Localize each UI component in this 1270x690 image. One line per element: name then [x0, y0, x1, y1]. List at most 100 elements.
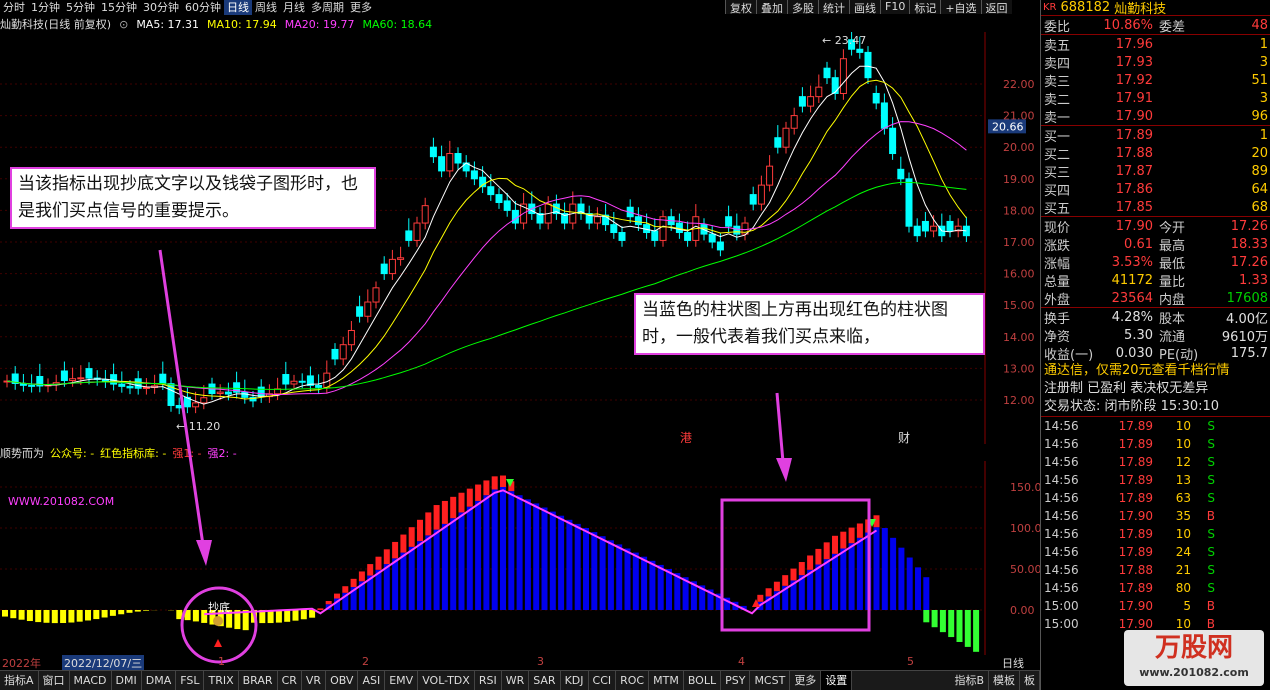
stock-header: KR 688182 灿勤科技	[1041, 0, 1270, 17]
tab-2[interactable]: MACD	[70, 671, 112, 690]
tab-right-1[interactable]: 模板	[989, 671, 1020, 690]
buy-label: 抄底	[208, 600, 230, 614]
ind-bar-yellow	[292, 610, 299, 621]
period-2[interactable]: 5分钟	[63, 0, 98, 15]
stat2-row-2-label: 收益(一)	[1044, 347, 1094, 363]
tick-volume: 63	[1175, 491, 1191, 505]
period-8[interactable]: 月线	[280, 0, 308, 15]
tab-23[interactable]: MCST	[750, 671, 791, 690]
event-marker-report[interactable]: 财	[898, 431, 910, 444]
candle-body	[905, 178, 913, 227]
tab-13[interactable]: VOL-TDX	[418, 671, 475, 690]
period-0[interactable]: 分时	[0, 0, 28, 15]
tab-9[interactable]: VR	[302, 671, 327, 690]
stock-code: 688182	[1060, 0, 1111, 15]
toolbar-btn-8[interactable]: 返回	[980, 0, 1012, 15]
ind-bar-blue	[881, 528, 888, 610]
tab-22[interactable]: PSY	[721, 671, 751, 690]
bid-row-2-label: 买三	[1044, 165, 1071, 181]
toolbar-btn-4[interactable]: 画线	[849, 0, 880, 15]
event-marker-hk[interactable]: 港	[680, 431, 692, 444]
stock-title[interactable]: 灿勤科技(日线 前复权)	[0, 16, 111, 32]
ind-bar-blue	[873, 527, 880, 610]
candle-body	[388, 258, 396, 275]
tab-6[interactable]: TRIX	[204, 671, 239, 690]
ind-bar-yellow	[267, 610, 274, 624]
ind-bar-yellow	[184, 610, 191, 621]
tab-0[interactable]: 指标A	[0, 671, 39, 690]
candle-body	[429, 146, 437, 158]
tab-24[interactable]: 更多	[790, 671, 822, 690]
ind-bar-blue	[417, 541, 423, 610]
tab-17[interactable]: KDJ	[561, 671, 589, 690]
candle-body	[880, 102, 888, 129]
date-axis: 2022年 2022/12/07/三 1 2 3 4 5 日线	[0, 655, 1040, 671]
ind-bar-blue	[856, 537, 863, 610]
kline-chart[interactable]: 22.0021.0020.0019.0018.0017.0016.0015.00…	[0, 32, 1040, 444]
candle-body	[77, 377, 85, 380]
ind-bar-yellow	[101, 610, 108, 618]
tab-19[interactable]: ROC	[616, 671, 650, 690]
tab-16[interactable]: SAR	[529, 671, 561, 690]
bid-row-2: 买三 17.87 89	[1041, 162, 1270, 181]
toolbar-btn-0[interactable]: 复权	[725, 0, 756, 15]
period-10[interactable]: 更多	[347, 0, 375, 15]
ind-bar-blue	[923, 577, 930, 610]
buy-arrow-icon	[214, 639, 222, 647]
period-4[interactable]: 30分钟	[140, 0, 182, 15]
tab-18[interactable]: CCI	[589, 671, 617, 690]
tab-7[interactable]: BRAR	[239, 671, 278, 690]
ask-row-1: 卖四 17.93 3	[1041, 53, 1270, 72]
candle-body	[889, 127, 897, 155]
toolbar-btn-3[interactable]: 统计	[818, 0, 849, 15]
quote-panel: KR 688182 灿勤科技 委比 10.86% 委差 48 卖五 17.96 1 卖…	[1040, 0, 1270, 690]
period-1[interactable]: 1分钟	[28, 0, 63, 15]
dropdown-icon[interactable]: ⊙	[119, 18, 128, 31]
tab-right-2[interactable]: 板	[1020, 671, 1040, 690]
price-tick: 14.00	[1003, 331, 1035, 344]
tab-1[interactable]: 窗口	[39, 671, 70, 690]
indicator-chart[interactable]: 150.00 100.00 50.00 0.00 WWW.201082.COM 抄底	[0, 461, 1040, 655]
tab-15[interactable]: WR	[502, 671, 530, 690]
period-5[interactable]: 60分钟	[182, 0, 224, 15]
tab-8[interactable]: CR	[278, 671, 302, 690]
price-tick: 13.00	[1003, 362, 1035, 375]
tab-10[interactable]: OBV	[326, 671, 359, 690]
candle-body	[216, 391, 224, 395]
tab-5[interactable]: FSL	[176, 671, 205, 690]
tick-row: 14:56 17.89 12 S	[1041, 453, 1270, 471]
ind-bar-red	[350, 578, 357, 588]
tick-side: S	[1207, 473, 1215, 487]
tab-12[interactable]: EMV	[385, 671, 419, 690]
ind-bar-blue	[541, 507, 548, 610]
bid-row-4-value2: 68	[1251, 199, 1268, 215]
ind-bar-red	[358, 571, 365, 582]
tab-25[interactable]: 设置	[821, 671, 853, 690]
ind-bar-blue	[483, 495, 490, 610]
tab-21[interactable]: BOLL	[684, 671, 722, 690]
period-3[interactable]: 15分钟	[98, 0, 140, 15]
tab-20[interactable]: MTM	[649, 671, 684, 690]
candle-body	[790, 115, 798, 129]
tab-3[interactable]: DMI	[112, 671, 142, 690]
candle-body	[807, 96, 815, 107]
toolbar-btn-1[interactable]: 叠加	[756, 0, 787, 15]
bid-row-0: 买一 17.89 1	[1041, 126, 1270, 145]
toolbar-btn-2[interactable]: 多股	[787, 0, 818, 15]
period-7[interactable]: 周线	[252, 0, 280, 15]
ind-bar-blue	[607, 540, 614, 610]
tab-11[interactable]: ASI	[358, 671, 386, 690]
toolbar-btn-5[interactable]: F10	[880, 0, 910, 14]
period-6[interactable]: 日线	[224, 0, 252, 15]
ind-tick: 50.00	[1010, 563, 1040, 576]
ind-bar-yellow	[201, 610, 208, 623]
toolbar-btn-6[interactable]: 标记	[909, 0, 941, 15]
tab-4[interactable]: DMA	[142, 671, 177, 690]
tick-side: S	[1207, 527, 1215, 541]
indicator-name[interactable]: 顺势而为	[0, 445, 44, 461]
toolbar-btn-7[interactable]: +自选	[940, 0, 981, 15]
upgrade-ad[interactable]: 通达信，仅需20元查看千档行情	[1041, 362, 1270, 380]
tab-right-0[interactable]: 指标B	[950, 671, 989, 690]
period-9[interactable]: 多周期	[308, 0, 347, 15]
tab-14[interactable]: RSI	[475, 671, 502, 690]
